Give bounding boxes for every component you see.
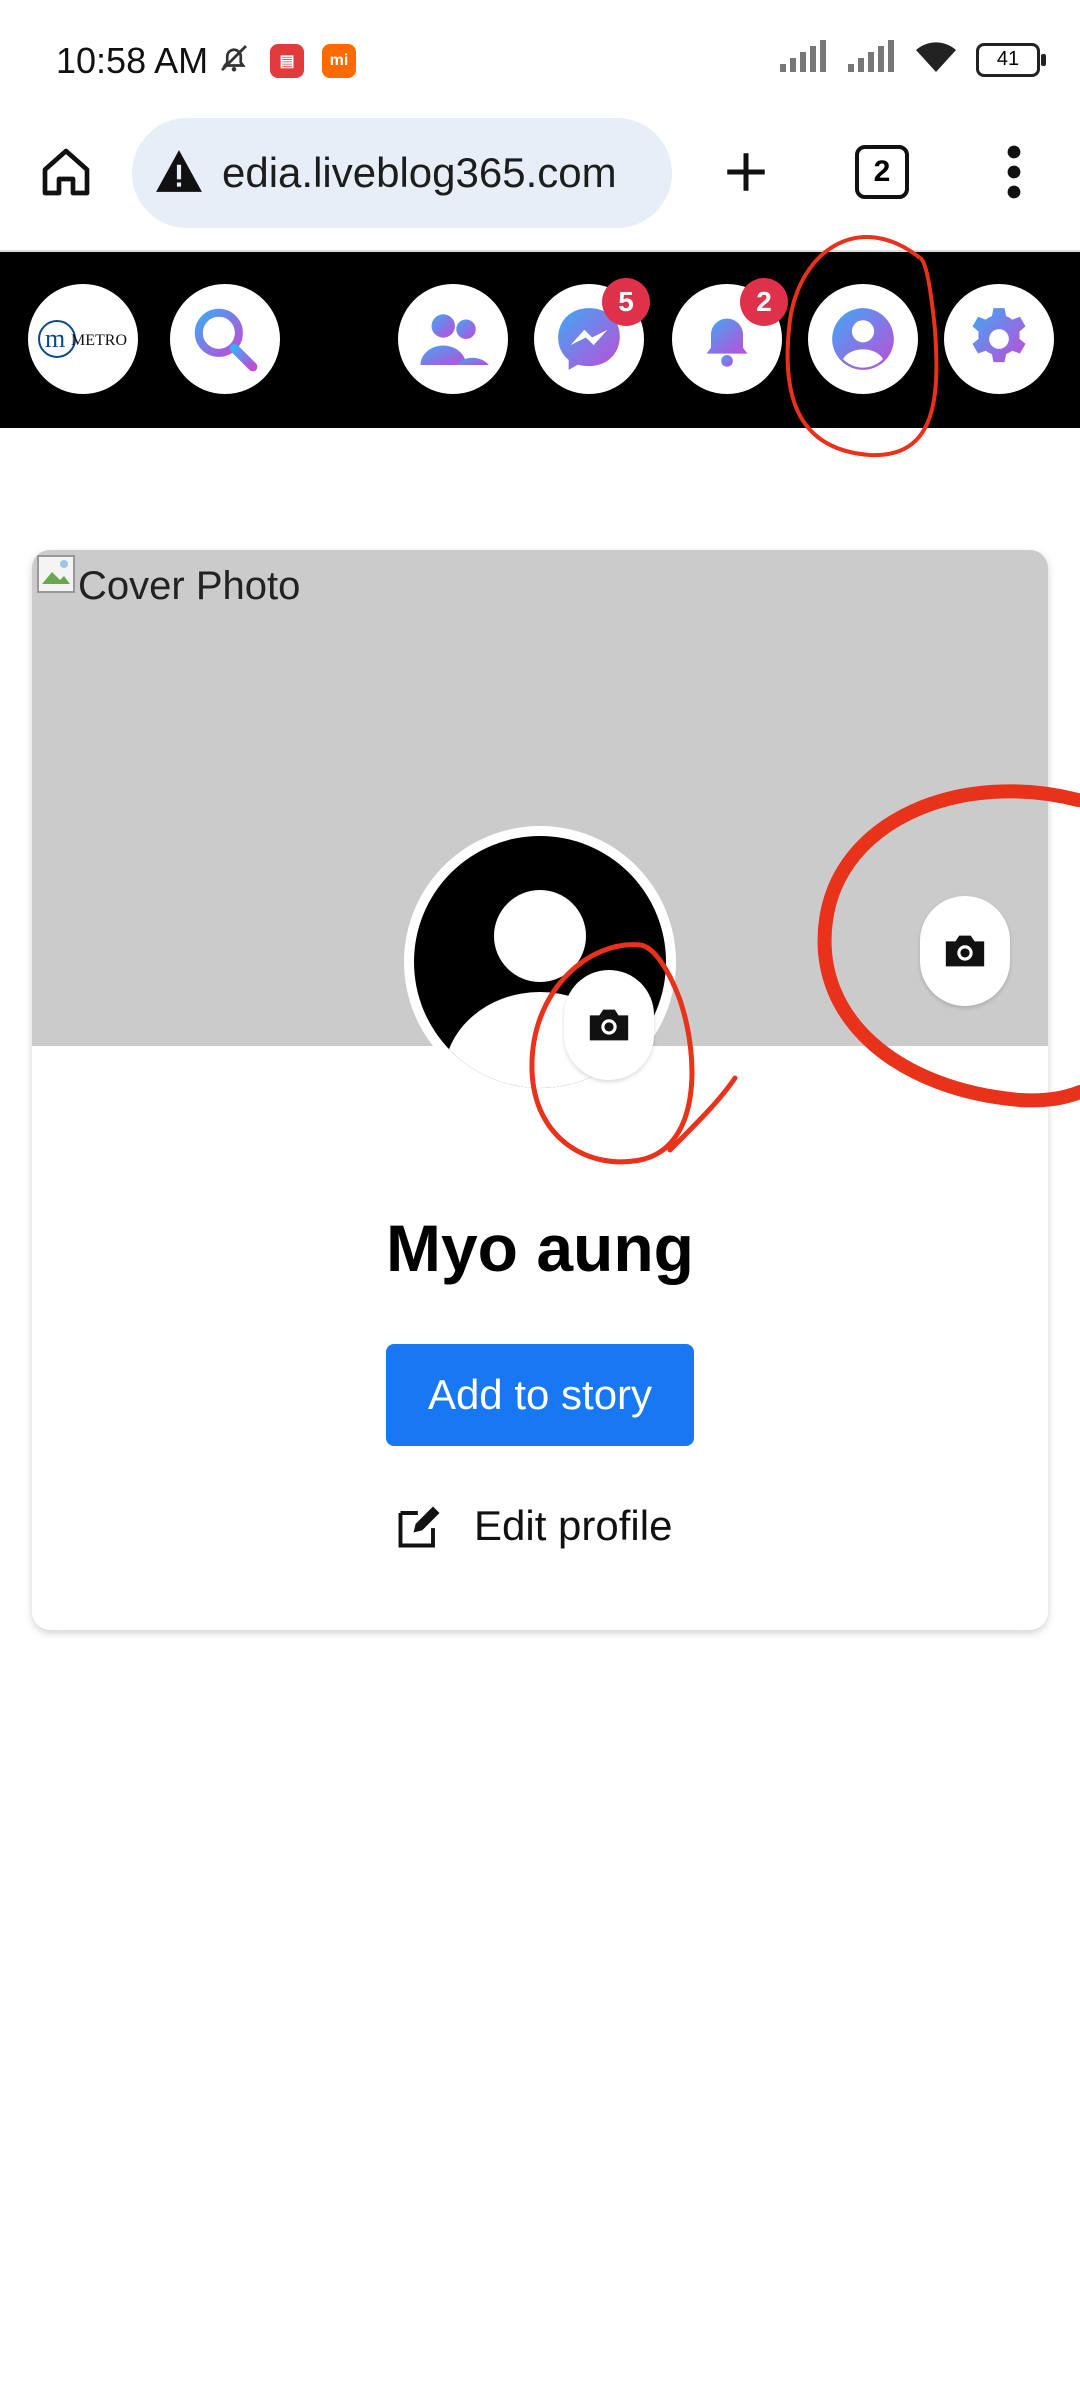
change-avatar-button[interactable]: [564, 970, 654, 1080]
notifications-button[interactable]: 2: [672, 278, 788, 394]
edit-profile-label: Edit profile: [474, 1502, 673, 1549]
new-tab-button[interactable]: [706, 132, 786, 212]
url-text: edia.liveblog365.com: [222, 149, 617, 196]
messenger-badge: 5: [602, 278, 650, 326]
tab-count: 2: [855, 145, 909, 199]
muted-bell-icon: [216, 40, 252, 81]
friends-button[interactable]: [398, 284, 508, 394]
address-bar[interactable]: edia.liveblog365.com: [132, 118, 672, 228]
profile-icon: [832, 308, 894, 370]
search-icon: [194, 308, 258, 372]
battery-icon: 41: [976, 42, 1046, 77]
cover-photo-alt-text: Cover Photo: [78, 564, 301, 608]
warning-icon[interactable]: [154, 148, 204, 199]
signal-icon: [778, 40, 828, 79]
more-vertical-icon: [1007, 145, 1021, 199]
gear-icon: [972, 308, 1026, 363]
tab-switcher-button[interactable]: 2: [842, 132, 922, 212]
svg-text:m: m: [45, 324, 65, 353]
site-header: m METRO 5 2: [0, 252, 1080, 428]
camera-icon: [589, 1009, 629, 1041]
more-menu-button[interactable]: [974, 132, 1054, 212]
camera-icon: [945, 935, 985, 967]
status-system-icons: 41: [778, 40, 1046, 79]
svg-text:METRO: METRO: [71, 332, 127, 349]
site-logo[interactable]: m METRO: [28, 284, 138, 394]
signal-icon: [846, 40, 896, 79]
browser-toolbar: edia.liveblog365.com 2: [0, 118, 1080, 248]
add-to-story-button[interactable]: Add to story: [386, 1344, 694, 1446]
plus-icon: [727, 153, 765, 191]
mi-app-icon: mi: [322, 43, 356, 78]
profile-name: Myo aung: [386, 1211, 694, 1285]
news-app-icon: ▤: [270, 43, 304, 78]
metro-logo: m METRO: [38, 320, 127, 358]
messenger-button[interactable]: 5: [534, 278, 650, 394]
home-button[interactable]: [26, 132, 106, 212]
change-cover-button[interactable]: [920, 896, 1010, 1006]
home-icon: [42, 148, 90, 196]
edit-icon: [398, 1506, 440, 1548]
search-button[interactable]: [170, 284, 280, 394]
edit-profile-link[interactable]: Edit profile: [394, 1500, 672, 1552]
wifi-icon: [914, 40, 958, 79]
status-time: 10:58 AM: [56, 40, 209, 81]
profile-card: Cover Photo Myo aung Add to story Edit p…: [32, 550, 1048, 1630]
profile-button[interactable]: [808, 284, 918, 394]
notifications-badge: 2: [740, 278, 788, 326]
broken-image-icon: [37, 555, 75, 593]
settings-button[interactable]: [944, 284, 1054, 394]
status-bar: 10:58 AM ▤ mi 41: [0, 0, 1080, 120]
friends-icon: [420, 314, 489, 365]
status-app-icons: ▤ mi: [216, 40, 356, 81]
